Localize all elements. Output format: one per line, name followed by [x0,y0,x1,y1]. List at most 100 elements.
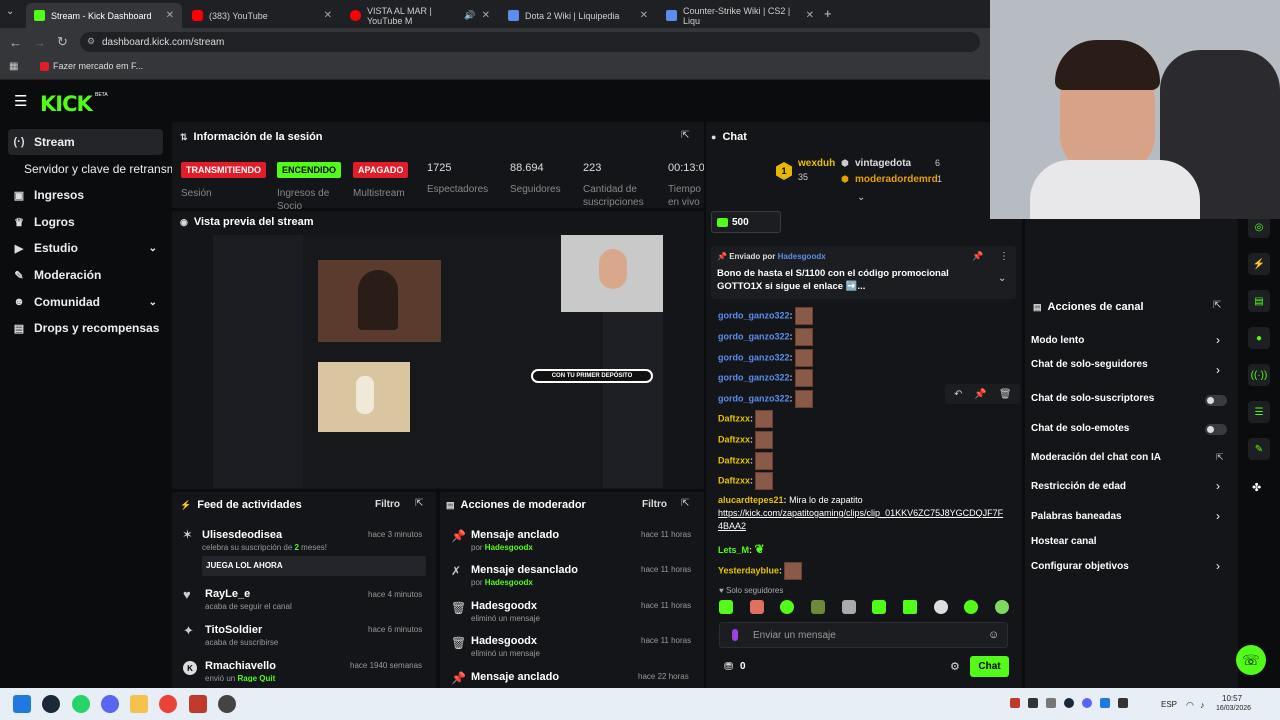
stream-video-player[interactable]: CON TU PRIMER DEPÓSITO [213,235,663,488]
leaderboard-user[interactable]: moderadordemrd [855,174,938,185]
action-emotes-only[interactable]: Chat de solo-emotes [1031,423,1129,434]
settings-gear-icon[interactable]: ⚙ [950,660,960,673]
tray-icon[interactable] [1046,698,1056,708]
emote-icon[interactable] [719,600,733,614]
mod-filter-button[interactable]: Filtro [642,499,667,510]
chevron-right-icon[interactable]: › [1216,363,1220,377]
leaderboard-user[interactable]: vintagedota [855,158,911,169]
bluetooth-icon[interactable] [1100,698,1110,708]
tray-icon[interactable] [1082,698,1092,708]
rail-broadcast-button[interactable]: ((·)) [1248,364,1270,386]
kick-logo[interactable]: KICK [40,92,93,116]
sidebar-item-logros[interactable]: ♛ Logros [8,209,163,235]
tab-search-icon[interactable]: ⌄ [6,6,14,17]
close-tab-icon[interactable]: ✕ [806,10,814,21]
action-host-channel[interactable]: Hostear canal [1031,536,1097,547]
trash-icon[interactable]: 🗑 [999,389,1012,400]
reply-icon[interactable]: ↶ [954,389,962,400]
subscribers-only-toggle[interactable] [1205,395,1227,406]
action-followers-only[interactable]: Chat de solo-seguidores [1031,359,1148,370]
clock-date[interactable]: 16/03/2026 [1216,705,1251,712]
emoji-icon[interactable]: ☺ [988,629,999,641]
emote-icon[interactable] [902,600,917,614]
emote-icon[interactable] [872,600,887,614]
action-slow-mode[interactable]: Modo lento [1031,335,1084,346]
reload-icon[interactable]: ↻ [57,34,68,50]
tab-vista-al-mar[interactable]: VISTA AL MAR | YouTube M 🔊 ✕ [342,3,498,28]
support-button[interactable]: ☏ [1236,645,1266,675]
rail-wrench-button[interactable]: ✎ [1248,438,1270,460]
discord-icon[interactable] [101,695,119,713]
site-info-icon[interactable]: ⚙ [87,36,95,47]
tray-icon[interactable] [1118,698,1128,708]
tab-dota-wiki[interactable]: Dota 2 Wiki | Liquipedia ✕ [500,3,656,28]
sidebar-item-stream[interactable]: (·) Stream [8,129,163,155]
tab-youtube[interactable]: (383) YouTube ✕ [184,3,340,28]
pin-icon[interactable]: 📌 [972,251,983,262]
close-tab-icon[interactable]: ✕ [482,10,490,21]
rail-camera-button[interactable]: ◎ [1248,216,1270,238]
chevron-down-icon[interactable]: ⌄ [998,273,1006,284]
goal-pill[interactable]: 500 [711,211,781,233]
tray-icon[interactable] [1064,698,1074,708]
expand-icon[interactable]: ⇱ [681,498,689,509]
language-indicator[interactable]: ESP [1161,700,1177,709]
chevron-right-icon[interactable]: › [1216,479,1220,493]
rail-list-button[interactable]: ☰ [1248,401,1270,423]
mic-icon[interactable] [732,629,738,641]
emotes-only-toggle[interactable] [1205,424,1227,435]
rail-document-button[interactable]: ▤ [1248,290,1270,312]
send-chat-button[interactable]: Chat [970,656,1009,677]
tab-cs-wiki[interactable]: Counter-Strike Wiki | CS2 | Liqu ✕ [658,3,822,28]
apps-grid-icon[interactable]: ▦ [9,61,18,72]
rail-bolt-button[interactable]: ⚡ [1248,253,1270,275]
emote-icon[interactable] [994,600,1009,614]
speaker-icon[interactable]: 🔊 [464,10,475,21]
bookmark-link[interactable]: Fazer mercado em F... [53,61,143,71]
chevron-down-icon[interactable]: ⌄ [857,192,865,203]
expand-icon[interactable]: ⇱ [1213,300,1221,311]
wifi-icon[interactable]: ◠ [1186,700,1194,711]
close-tab-icon[interactable]: ✕ [640,10,648,21]
tray-icon[interactable] [1010,698,1020,708]
file-explorer-icon[interactable] [130,695,148,713]
pin-icon[interactable]: 📌 [974,389,986,400]
steam-icon[interactable] [42,695,60,713]
action-ai-moderation[interactable]: Moderación del chat con IA [1031,452,1161,463]
chevron-right-icon[interactable]: › [1216,509,1220,523]
volume-icon[interactable]: ♪ [1200,700,1205,710]
sidebar-item-comunidad[interactable]: ☻ Comunidad ⌄ [8,289,163,315]
action-banned-words[interactable]: Palabras baneadas [1031,511,1122,522]
external-link-icon[interactable]: ⇱ [1216,452,1224,463]
chevron-right-icon[interactable]: › [1216,559,1220,573]
menu-icon[interactable]: ☰ [14,92,27,110]
rail-chat-button[interactable]: ● [1248,327,1270,349]
whatsapp-icon[interactable] [72,695,90,713]
more-options-icon[interactable]: ⋮ [999,251,1009,262]
chevron-right-icon[interactable]: › [1216,333,1220,347]
chrome-icon[interactable] [159,695,177,713]
forward-icon[interactable]: → [33,35,46,50]
emote-icon[interactable] [810,600,825,614]
sidebar-item-moderacion[interactable]: ✎ Moderación [8,262,163,288]
emote-icon[interactable] [749,600,764,614]
rail-plugin-icon[interactable]: ✤ [1252,481,1261,494]
close-tab-icon[interactable]: ✕ [324,10,332,21]
tab-kick-dashboard[interactable]: Stream - Kick Dashboard ✕ [26,3,182,28]
close-tab-icon[interactable]: ✕ [166,10,174,21]
action-age-restriction[interactable]: Restricción de edad [1031,481,1126,492]
sidebar-item-server-key[interactable]: Servidor y clave de retransm [20,156,180,182]
sidebar-item-estudio[interactable]: ▶ Estudio ⌄ [8,235,163,261]
expand-icon[interactable]: ⇱ [415,498,423,509]
leaderboard-user[interactable]: wexduh [798,158,835,169]
feed-filter-button[interactable]: Filtro [375,499,400,510]
sidebar-item-ingresos[interactable]: ▣ Ingresos [8,182,163,208]
emote-icon[interactable] [780,600,795,614]
emote-icon[interactable] [841,600,856,614]
action-configure-goals[interactable]: Configurar objetivos [1031,561,1129,572]
chat-input[interactable]: Enviar un mensaje ☺ [719,622,1008,648]
emote-icon[interactable] [964,600,979,614]
clock-time[interactable]: 10:57 [1222,694,1242,703]
emote-icon[interactable] [933,600,948,614]
windows-start-icon[interactable] [13,695,31,713]
